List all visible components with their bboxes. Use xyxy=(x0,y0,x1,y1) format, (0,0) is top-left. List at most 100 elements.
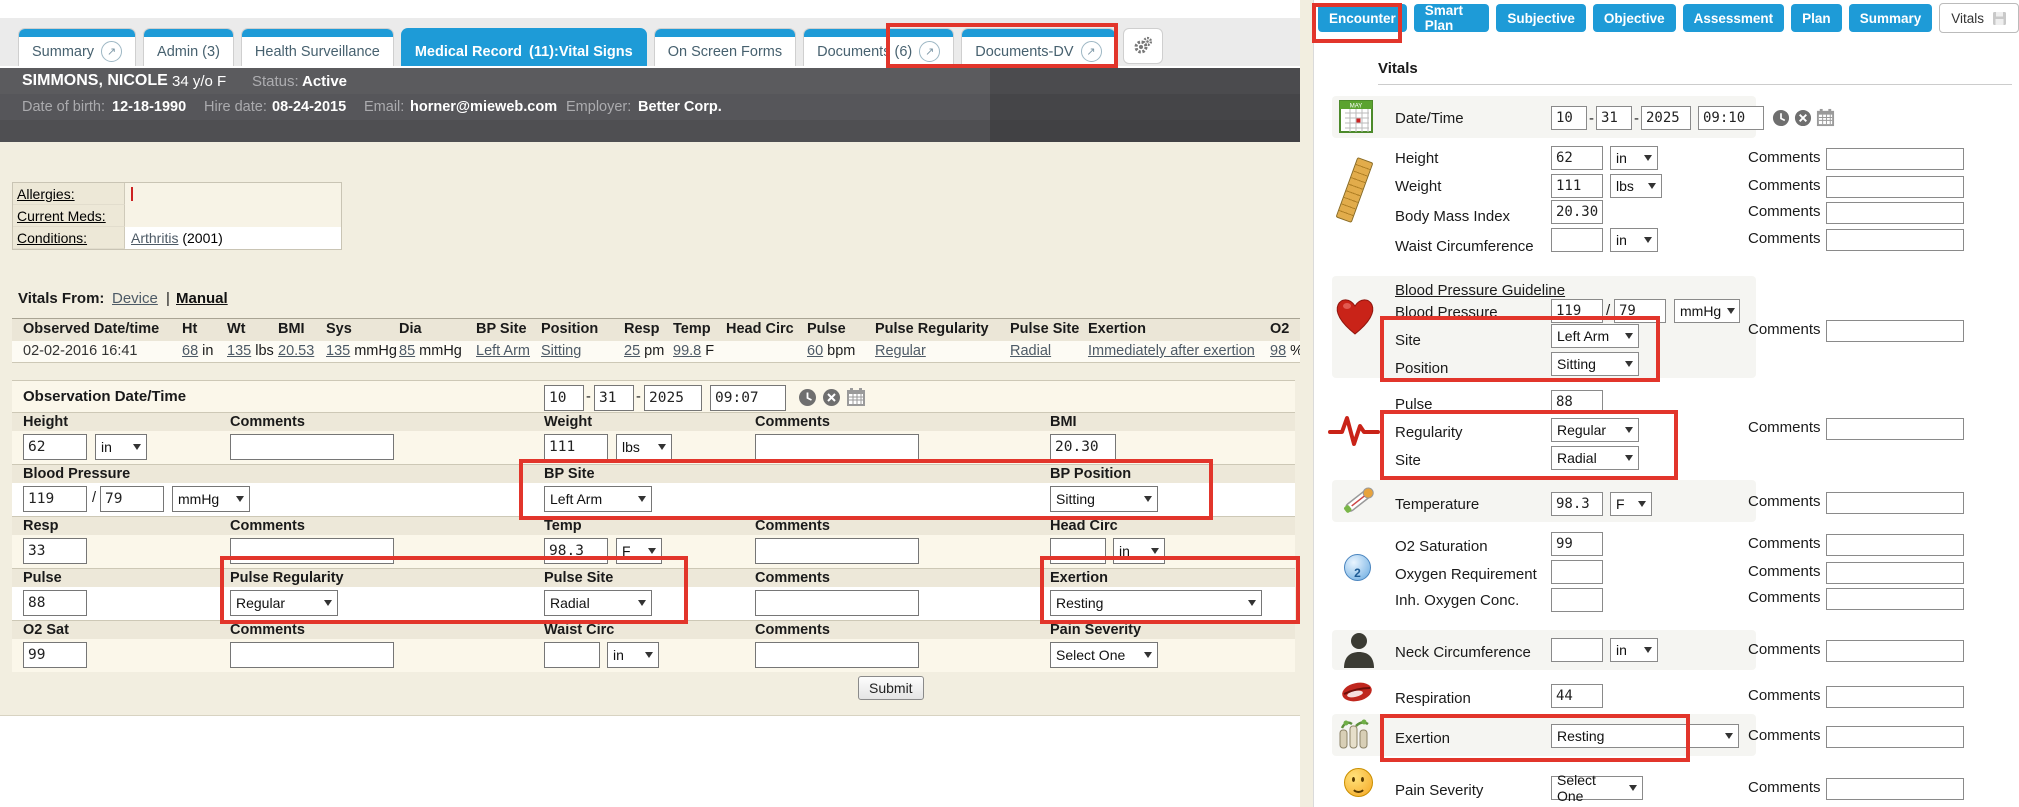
bp-guideline-link[interactable]: Blood Pressure Guideline xyxy=(1395,282,1565,299)
o2-sat-input[interactable] xyxy=(23,642,87,668)
rt-height-unit-select[interactable]: in xyxy=(1610,146,1658,170)
height-unit-select[interactable]: in xyxy=(95,434,147,460)
o2-comments-input[interactable] xyxy=(230,642,394,668)
rt-pain-select[interactable]: Select One xyxy=(1551,776,1643,800)
save-icon[interactable] xyxy=(1992,11,2007,26)
tab-encounter[interactable]: Encounter xyxy=(1318,4,1407,32)
settings-button[interactable] xyxy=(1123,28,1163,64)
weight-comments-input[interactable] xyxy=(755,434,919,460)
rt-o2-req-input[interactable] xyxy=(1551,560,1603,584)
rt-resp-input[interactable] xyxy=(1551,684,1603,708)
rt-exertion-select[interactable]: Resting xyxy=(1551,724,1739,748)
rt-exertion-comments-input[interactable] xyxy=(1826,726,1964,748)
rt-temp-unit-select[interactable]: F xyxy=(1610,492,1652,516)
clock-icon[interactable] xyxy=(1772,109,1790,127)
rt-bp-position-select[interactable]: Sitting xyxy=(1551,352,1639,376)
vitals-from-manual-link[interactable]: Manual xyxy=(176,290,228,307)
tab-vitals[interactable]: Vitals xyxy=(1939,3,2019,33)
rt-o2-req-comments-input[interactable] xyxy=(1826,562,1964,584)
rt-neck-unit-select[interactable]: in xyxy=(1610,638,1658,662)
submit-button[interactable]: Submit xyxy=(858,676,924,700)
temp-unit-select[interactable]: F xyxy=(616,538,662,564)
pulse-link[interactable]: 60 xyxy=(807,343,823,359)
obs-day-input[interactable] xyxy=(594,385,634,411)
calendar-icon[interactable] xyxy=(1816,108,1835,127)
temp-input[interactable] xyxy=(544,538,608,564)
rt-year-input[interactable] xyxy=(1641,106,1691,130)
rt-bp-site-select[interactable]: Left Arm xyxy=(1551,324,1639,348)
tab-smart-plan[interactable]: Smart Plan xyxy=(1414,4,1490,32)
height-input[interactable] xyxy=(23,434,87,460)
current-meds-link[interactable]: Current Meds: xyxy=(13,205,125,227)
exertion-link[interactable]: Immediately after exertion xyxy=(1088,343,1255,359)
rt-pulse-reg-select[interactable]: Regular xyxy=(1551,418,1639,442)
sys-link[interactable]: 135 xyxy=(326,343,350,359)
clock-icon[interactable] xyxy=(798,388,817,407)
rt-bp-dia-input[interactable] xyxy=(1614,299,1666,323)
rt-o2-conc-input[interactable] xyxy=(1551,588,1603,612)
allergies-link[interactable]: Allergies: xyxy=(13,183,125,205)
tab-documents[interactable]: Documents (6) ↗ xyxy=(803,28,954,66)
rt-neck-comments-input[interactable] xyxy=(1826,640,1964,662)
rt-height-input[interactable] xyxy=(1551,146,1603,170)
rt-temp-comments-input[interactable] xyxy=(1826,492,1964,514)
weight-unit-select[interactable]: lbs xyxy=(616,434,672,460)
wt-link[interactable]: 135 xyxy=(227,343,251,359)
o2-link[interactable]: 98 xyxy=(1270,343,1286,359)
condition-arthritis-link[interactable]: Arthritis xyxy=(131,230,178,246)
pulse-input[interactable] xyxy=(23,590,87,616)
rt-neck-input[interactable] xyxy=(1551,638,1603,662)
rt-o2-sat-input[interactable] xyxy=(1551,532,1603,556)
rt-resp-comments-input[interactable] xyxy=(1826,686,1964,708)
clear-date-icon[interactable] xyxy=(822,388,841,407)
head-circ-unit-select[interactable]: in xyxy=(1113,538,1165,564)
obs-time-input[interactable] xyxy=(710,385,786,411)
waist-unit-select[interactable]: in xyxy=(607,642,659,668)
rt-day-input[interactable] xyxy=(1596,106,1632,130)
external-link-icon[interactable]: ↗ xyxy=(919,41,940,62)
rt-bmi-input[interactable] xyxy=(1551,200,1603,224)
pain-severity-select[interactable]: Select One xyxy=(1050,642,1158,668)
resp-link[interactable]: 25 xyxy=(624,343,640,359)
weight-input[interactable] xyxy=(544,434,608,460)
rt-time-input[interactable] xyxy=(1698,106,1764,130)
external-link-icon[interactable]: ↗ xyxy=(1081,41,1102,62)
tab-health-surveillance[interactable]: Health Surveillance xyxy=(241,28,394,66)
rt-waist-input[interactable] xyxy=(1551,228,1603,252)
rt-height-comments-input[interactable] xyxy=(1826,148,1964,170)
tab-assessment[interactable]: Assessment xyxy=(1683,4,1785,32)
tab-admin[interactable]: Admin (3) xyxy=(143,28,234,66)
rt-month-input[interactable] xyxy=(1551,106,1587,130)
temp-link[interactable]: 99.8 xyxy=(673,343,701,359)
bp-systolic-input[interactable] xyxy=(23,486,87,512)
tab-objective[interactable]: Objective xyxy=(1593,4,1676,32)
tab-plan[interactable]: Plan xyxy=(1791,4,1842,32)
rt-waist-comments-input[interactable] xyxy=(1826,229,1964,251)
bp-unit-select[interactable]: mmHg xyxy=(172,486,250,512)
bp-position-select[interactable]: Sitting xyxy=(1050,486,1158,512)
tab-on-screen-forms[interactable]: On Screen Forms xyxy=(654,28,796,66)
dia-link[interactable]: 85 xyxy=(399,343,415,359)
clear-date-icon[interactable] xyxy=(1794,109,1812,127)
tab-summary[interactable]: Summary ↗ xyxy=(18,28,136,66)
rt-o2-conc-comments-input[interactable] xyxy=(1826,588,1964,610)
rt-weight-input[interactable] xyxy=(1551,174,1603,198)
tab-medical-record-vital-signs[interactable]: Medical Record (11):Vital Signs xyxy=(401,28,647,66)
pulse-comments-input[interactable] xyxy=(755,590,919,616)
rt-pain-comments-input[interactable] xyxy=(1826,778,1964,800)
ht-link[interactable]: 68 xyxy=(182,343,198,359)
rt-waist-unit-select[interactable]: in xyxy=(1610,228,1658,252)
rt-weight-unit-select[interactable]: lbs xyxy=(1610,174,1662,198)
head-circ-input[interactable] xyxy=(1050,538,1106,564)
rt-bp-unit-select[interactable]: mmHg xyxy=(1674,299,1740,323)
rt-temp-input[interactable] xyxy=(1551,492,1603,516)
rt-bp-sys-input[interactable] xyxy=(1551,299,1603,323)
tab-subjective[interactable]: Subjective xyxy=(1496,4,1586,32)
obs-month-input[interactable] xyxy=(544,385,584,411)
pulse-site-select[interactable]: Radial xyxy=(544,590,652,616)
obs-year-input[interactable] xyxy=(644,385,702,411)
rt-bp-comments-input[interactable] xyxy=(1826,320,1964,342)
waist-comments-input[interactable] xyxy=(755,642,919,668)
tab-documents-dv[interactable]: Documents-DV ↗ xyxy=(961,28,1115,66)
position-link[interactable]: Sitting xyxy=(541,343,581,359)
